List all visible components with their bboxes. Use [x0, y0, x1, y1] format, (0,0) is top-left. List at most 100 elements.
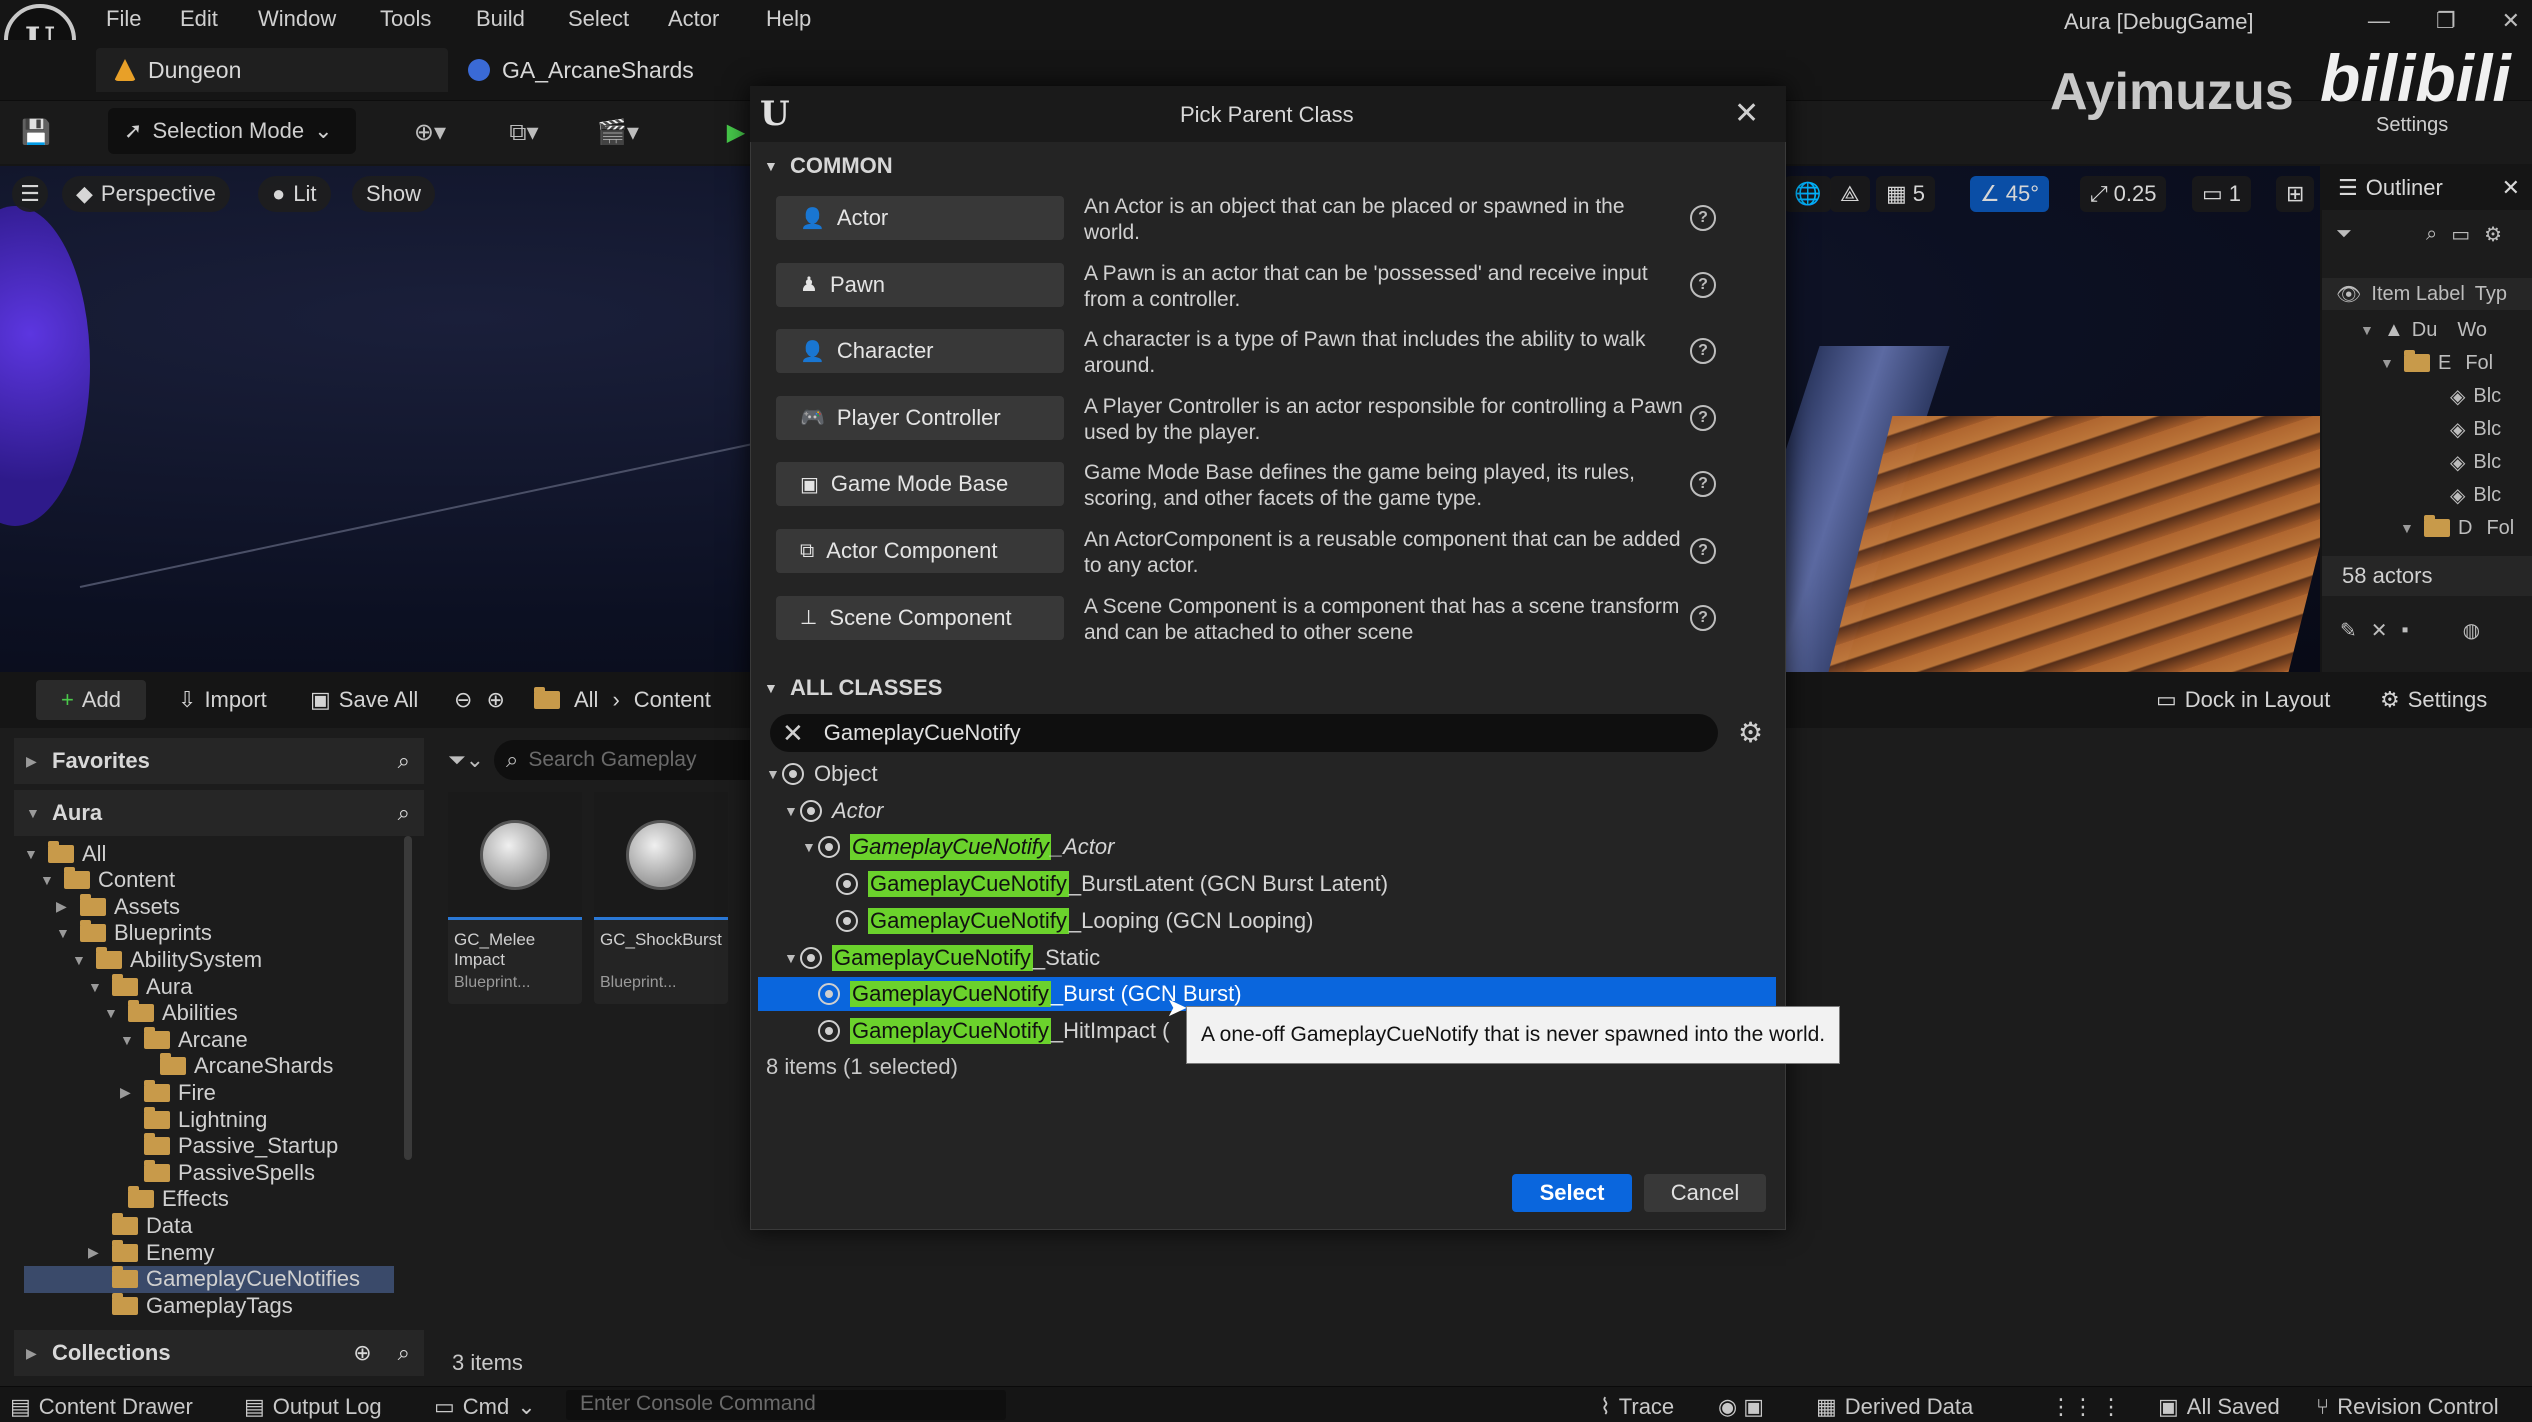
add-button[interactable]: + Add: [36, 680, 146, 720]
viewport-menu-icon[interactable]: ☰: [12, 176, 48, 212]
perspective-button[interactable]: ◆ Perspective: [62, 176, 230, 212]
tree-folder-item[interactable]: Effects: [104, 1186, 229, 1213]
outliner-row[interactable]: ◈ Blc: [2322, 380, 2532, 412]
tree-folder-item[interactable]: ▼ Blueprints: [56, 920, 212, 947]
tree-folder-item[interactable]: ▼ Abilities: [104, 1000, 238, 1027]
breadcrumb-content[interactable]: Content: [634, 687, 711, 713]
tree-scrollbar[interactable]: [404, 836, 412, 1160]
tree-folder-item[interactable]: ▶ Enemy: [88, 1239, 214, 1266]
class-tree-row[interactable]: ▼ Object: [758, 757, 1776, 791]
add-collection-icon[interactable]: ⊕: [353, 1340, 371, 1366]
tree-folder-item[interactable]: GameplayCueNotifies: [24, 1265, 394, 1293]
tree-folder-item[interactable]: ▼ Arcane: [120, 1026, 248, 1053]
search-icon[interactable]: ⌕: [398, 748, 410, 774]
chevron-down-icon[interactable]: ▼: [88, 979, 104, 995]
content-drawer-button[interactable]: ▤ Content Drawer: [10, 1394, 193, 1420]
chevron-down-icon[interactable]: ▼: [24, 846, 40, 862]
outliner-row[interactable]: ◈ Blc: [2322, 413, 2532, 445]
class-tree-row[interactable]: GameplayCueNotify _Looping (GCN Looping): [758, 904, 1776, 938]
help-icon[interactable]: ?: [1690, 271, 1716, 298]
menu-file[interactable]: File: [106, 6, 141, 32]
help-icon[interactable]: ?: [1690, 404, 1716, 431]
angle-snap-button[interactable]: ∠ 45°: [1970, 176, 2050, 212]
tree-folder-item[interactable]: ▼ AbilitySystem: [72, 946, 262, 973]
help-icon[interactable]: ?: [1690, 538, 1716, 564]
minimize-icon[interactable]: —: [2368, 8, 2390, 34]
derived-data-button[interactable]: ▦ Derived Data: [1816, 1394, 1973, 1420]
maximize-icon[interactable]: ❐: [2436, 8, 2456, 34]
favorites-section[interactable]: ▶ Favorites ⌕: [14, 738, 424, 784]
search-icon[interactable]: ⌕: [2426, 223, 2437, 246]
close-icon[interactable]: ✕: [2502, 8, 2520, 34]
chevron-down-icon[interactable]: ▼: [784, 803, 800, 819]
chevron-right-icon[interactable]: ▶: [88, 1244, 104, 1261]
edit-icon[interactable]: ✎: [2340, 618, 2357, 643]
notifications-icon[interactable]: ⋮⋮ ⋮: [2050, 1394, 2122, 1420]
add-actor-icon[interactable]: ⊕▾: [400, 112, 460, 152]
collections-section[interactable]: ▶ Collections ⊕ ⌕: [14, 1330, 424, 1376]
show-button[interactable]: Show: [352, 176, 436, 212]
class-tree-row[interactable]: ▼ Actor: [758, 794, 1776, 828]
outliner-row[interactable]: ◈ Blc: [2322, 479, 2532, 511]
console-input[interactable]: Enter Console Command: [566, 1390, 1006, 1420]
all-classes-section-header[interactable]: ▼ ALL CLASSES: [764, 670, 942, 706]
common-class-button[interactable]: 👤 Character: [776, 329, 1064, 374]
lit-button[interactable]: ● Lit: [258, 176, 331, 212]
tree-folder-item[interactable]: ▼ Aura: [88, 973, 192, 1000]
tree-folder-item[interactable]: ▶ Assets: [56, 893, 180, 920]
chevron-down-icon[interactable]: ▼: [72, 952, 88, 968]
asset-tile[interactable]: GC_ShockBurst Blueprint...: [594, 792, 728, 1004]
select-button[interactable]: Select: [1512, 1174, 1632, 1212]
forward-icon[interactable]: ⊕: [486, 687, 504, 713]
camera-speed-button[interactable]: ▭ 1: [2192, 176, 2252, 212]
breadcrumb-all[interactable]: All: [574, 687, 598, 713]
grid-snap-button[interactable]: ▦ 5: [1876, 176, 1936, 212]
chevron-down-icon[interactable]: ▼: [766, 766, 782, 782]
all-saved-button[interactable]: ▣ All Saved: [2158, 1394, 2280, 1420]
dock-in-layout-button[interactable]: ▭ Dock in Layout: [2146, 680, 2340, 720]
revision-control-button[interactable]: ⑂ Revision Control: [2316, 1394, 2499, 1420]
filter-icon[interactable]: ⏷⌄: [448, 747, 484, 773]
chevron-down-icon[interactable]: ▼: [784, 950, 800, 966]
world-space-icon[interactable]: 🌐: [1784, 176, 1832, 212]
tree-folder-item[interactable]: Data: [88, 1212, 192, 1239]
class-tree-row[interactable]: ▼ GameplayCueNotify _Actor: [758, 830, 1776, 864]
common-class-button[interactable]: ⧉ Actor Component: [776, 529, 1064, 573]
common-class-button[interactable]: 🎮 Player Controller: [776, 395, 1064, 440]
close-icon[interactable]: ✕: [2371, 618, 2388, 643]
common-class-button[interactable]: 👤 Actor: [776, 196, 1064, 240]
common-class-button[interactable]: ⊥ Scene Component: [776, 595, 1064, 640]
cb-settings-button[interactable]: ⚙ Settings: [2370, 680, 2497, 720]
selection-mode-dropdown[interactable]: ➚ Selection Mode ⌄: [108, 108, 356, 154]
aura-section[interactable]: ▼ Aura ⌕: [14, 790, 424, 836]
help-icon[interactable]: ?: [1690, 604, 1716, 631]
world-icon[interactable]: ◍: [2463, 618, 2480, 643]
chevron-down-icon[interactable]: ▼: [104, 1005, 120, 1021]
menu-help[interactable]: Help: [766, 6, 811, 32]
gear-icon[interactable]: ⚙: [2484, 222, 2502, 247]
outliner-row[interactable]: ▼ E Fol: [2322, 347, 2532, 379]
outliner-row[interactable]: ▼ ▲ Du Wo: [2322, 314, 2532, 346]
class-tree-row[interactable]: ▼ GameplayCueNotify _Static: [758, 941, 1776, 975]
tree-folder-item[interactable]: Lightning: [120, 1106, 267, 1133]
tree-folder-item[interactable]: ArcaneShards: [136, 1053, 333, 1080]
tree-folder-item[interactable]: PassiveSpells: [120, 1159, 315, 1186]
chevron-down-icon[interactable]: ▼: [120, 1032, 136, 1048]
help-icon[interactable]: ?: [1690, 205, 1716, 231]
help-icon[interactable]: ?: [1690, 338, 1716, 365]
search-icon[interactable]: ⌕: [398, 800, 410, 826]
close-icon[interactable]: ✕: [2502, 175, 2520, 201]
gear-icon[interactable]: ⚙: [1738, 716, 1763, 749]
tree-folder-item[interactable]: GameplayTags: [88, 1292, 293, 1319]
record-icon[interactable]: ◉ ▣: [1718, 1394, 1764, 1420]
menu-edit[interactable]: Edit: [180, 6, 218, 32]
menu-tools[interactable]: Tools: [380, 6, 431, 32]
menu-actor[interactable]: Actor: [668, 6, 719, 32]
asset-tile[interactable]: GC_Melee Impact Blueprint...: [448, 792, 582, 1004]
chevron-down-icon[interactable]: ▼: [40, 872, 56, 888]
blueprint-menu-icon[interactable]: ⧉▾: [494, 112, 554, 152]
scale-snap-button[interactable]: ⤢ 0.25: [2080, 176, 2167, 212]
column-item-label[interactable]: Item Label: [2371, 283, 2464, 306]
add-folder-icon[interactable]: ▭: [2451, 222, 2470, 247]
tree-folder-item[interactable]: ▼ All: [24, 840, 106, 867]
